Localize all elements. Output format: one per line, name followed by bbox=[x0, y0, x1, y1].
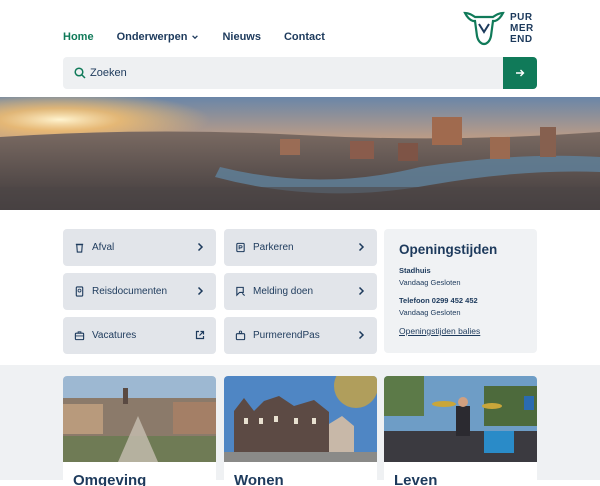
nav-nieuws[interactable]: Nieuws bbox=[222, 31, 261, 43]
telefoon-label: Telefoon 0299 452 452 bbox=[399, 296, 478, 305]
chevron-right-icon bbox=[358, 330, 365, 340]
quick-link-parkeren[interactable]: Parkeren bbox=[224, 229, 377, 266]
chevron-right-icon bbox=[358, 242, 365, 252]
chevron-right-icon bbox=[358, 286, 365, 296]
nav-onderwerpen-label: Onderwerpen bbox=[116, 31, 188, 43]
opening-hours-title: Openingstijden bbox=[399, 242, 498, 257]
card-title: Leven bbox=[394, 472, 438, 486]
parking-icon bbox=[236, 242, 245, 253]
topic-cards-section: Omgeving Wonen Leven bbox=[0, 365, 600, 486]
quick-link-melding-doen[interactable]: Melding doen bbox=[224, 273, 377, 310]
nav-home[interactable]: Home bbox=[63, 31, 94, 43]
stadhuis-label: Stadhuis bbox=[399, 266, 431, 275]
topic-card-omgeving[interactable]: Omgeving bbox=[63, 376, 216, 486]
hero-panorama-image bbox=[0, 97, 600, 210]
main-nav: Home Onderwerpen Nieuws Contact bbox=[63, 31, 348, 43]
opening-hours-link[interactable]: Openingstijden balies bbox=[399, 326, 522, 336]
quick-link-purmerendpas[interactable]: PurmerendPas bbox=[224, 317, 377, 354]
trash-icon bbox=[75, 243, 84, 253]
quick-link-label: Afval bbox=[92, 242, 115, 253]
card-title: Omgeving bbox=[73, 472, 147, 486]
nav-home-label: Home bbox=[63, 31, 94, 43]
logo-line-2: MER bbox=[510, 22, 534, 34]
telefoon-status: Vandaag Gesloten bbox=[399, 308, 461, 317]
concert-image bbox=[384, 376, 537, 462]
stadhuis-status: Vandaag Gesloten bbox=[399, 278, 461, 287]
topic-card-wonen[interactable]: Wonen bbox=[224, 376, 377, 486]
quick-link-label: Melding doen bbox=[253, 286, 314, 297]
card-icon bbox=[235, 330, 246, 341]
city-panorama-illustration bbox=[0, 97, 600, 210]
quick-link-label: Vacatures bbox=[92, 330, 137, 341]
search-input[interactable] bbox=[90, 67, 490, 79]
search-icon bbox=[74, 67, 86, 79]
report-icon bbox=[236, 286, 246, 297]
logo-wordmark: PUR MER END bbox=[510, 12, 534, 45]
nav-nieuws-label: Nieuws bbox=[222, 31, 261, 43]
quick-link-label: Parkeren bbox=[253, 242, 294, 253]
quick-link-reisdocumenten[interactable]: Reisdocumenten bbox=[63, 273, 216, 310]
briefcase-icon bbox=[74, 331, 85, 341]
arrow-right-icon bbox=[516, 69, 525, 77]
logo-line-1: PUR bbox=[510, 11, 533, 23]
chevron-right-icon bbox=[197, 242, 204, 252]
topic-card-leven[interactable]: Leven bbox=[384, 376, 537, 486]
nav-onderwerpen[interactable]: Onderwerpen bbox=[117, 31, 200, 43]
market-square-image bbox=[63, 376, 216, 462]
quick-link-label: PurmerendPas bbox=[253, 330, 320, 341]
quick-link-afval[interactable]: Afval bbox=[63, 229, 216, 266]
search-submit-button[interactable] bbox=[503, 57, 537, 89]
quick-link-vacatures[interactable]: Vacatures bbox=[63, 317, 216, 354]
chevron-right-icon bbox=[197, 286, 204, 296]
passport-icon bbox=[75, 286, 84, 297]
opening-hours-panel: Openingstijden Stadhuis Vandaag Gesloten… bbox=[384, 229, 537, 353]
quick-link-label: Reisdocumenten bbox=[92, 286, 168, 297]
card-title: Wonen bbox=[234, 472, 284, 486]
logo-line-3: END bbox=[510, 33, 533, 45]
houses-image bbox=[224, 376, 377, 462]
search-bar bbox=[63, 57, 537, 89]
nav-contact-label: Contact bbox=[283, 31, 325, 43]
chevron-down-icon bbox=[192, 35, 199, 40]
site-header: Home Onderwerpen Nieuws Contact PUR MER … bbox=[0, 0, 600, 97]
cow-head-logo-icon bbox=[463, 11, 505, 46]
nav-contact[interactable]: Contact bbox=[284, 31, 325, 43]
purmerend-logo[interactable]: PUR MER END bbox=[463, 10, 534, 46]
external-link-icon bbox=[195, 330, 205, 340]
